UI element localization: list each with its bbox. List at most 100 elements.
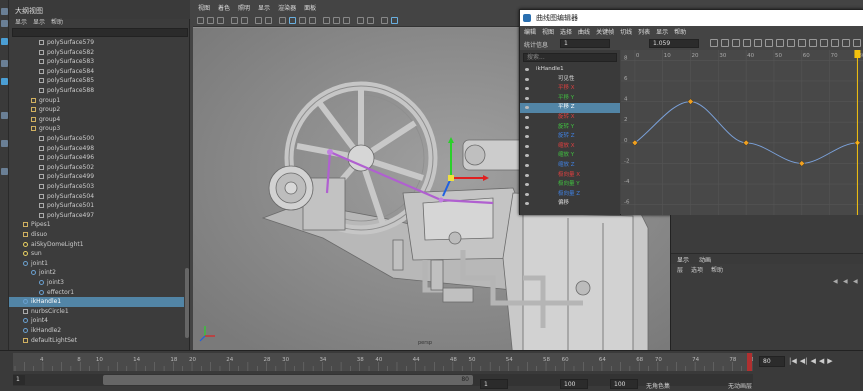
camera-lock-icon[interactable]: [207, 17, 214, 24]
layout-single-icon[interactable]: [1, 112, 8, 119]
layer-menu-layers[interactable]: 层: [677, 265, 683, 274]
outliner-item[interactable]: nurbsCircle1: [9, 307, 184, 317]
outliner-item[interactable]: polySurface502: [9, 163, 184, 173]
image-plane-icon[interactable]: [231, 17, 238, 24]
xray-icon[interactable]: [367, 17, 374, 24]
tangent-tool-icon[interactable]: [743, 39, 751, 47]
outliner-item[interactable]: polySurface588: [9, 86, 184, 96]
play-back-icon[interactable]: ◀: [819, 357, 824, 365]
rotate-tool-icon[interactable]: [1, 60, 8, 67]
outliner-item[interactable]: sun: [9, 249, 184, 259]
outliner-search-input[interactable]: [12, 28, 188, 37]
outliner-menu-display[interactable]: 显示: [15, 17, 27, 26]
outliner-item[interactable]: polySurface499: [9, 172, 184, 182]
viewport-menu-renderer[interactable]: 渲染器: [278, 3, 296, 12]
end-time-field[interactable]: 100: [560, 379, 588, 389]
lasso-tool-icon[interactable]: [1, 20, 8, 27]
tangent-tool-icon[interactable]: [809, 39, 817, 47]
viewport-menu-shading[interactable]: 着色: [218, 3, 230, 12]
visibility-icon[interactable]: [525, 202, 529, 206]
range-slider[interactable]: 1 80: [13, 374, 753, 386]
layout-four-icon[interactable]: [1, 140, 8, 147]
graph-editor-menu-item[interactable]: 关键帧: [596, 27, 614, 36]
outliner-item[interactable]: defaultLightSet: [9, 336, 184, 346]
visibility-icon[interactable]: [525, 77, 529, 81]
tab-display[interactable]: 显示: [677, 255, 689, 264]
tangent-tool-icon[interactable]: [710, 39, 718, 47]
smooth-shade-icon[interactable]: [289, 17, 296, 24]
bookmark-icon[interactable]: [217, 17, 224, 24]
step-back-key-icon[interactable]: ◀|: [800, 357, 808, 365]
viewport-menu-lighting[interactable]: 照明: [238, 3, 250, 12]
character-set-label[interactable]: 无角色集: [646, 381, 670, 390]
channel-item[interactable]: 旋转 X: [520, 113, 620, 123]
tangent-tool-icon[interactable]: [765, 39, 773, 47]
outliner-item[interactable]: polySurface503: [9, 182, 184, 192]
viewport-menu-view[interactable]: 视图: [198, 3, 210, 12]
outliner-item[interactable]: polySurface584: [9, 67, 184, 77]
play-forward-icon[interactable]: ▶: [827, 357, 832, 365]
xray-joints-icon[interactable]: [381, 17, 388, 24]
outliner-item[interactable]: polySurface583: [9, 57, 184, 67]
outliner-item[interactable]: joint4: [9, 316, 184, 326]
joint-marker-2[interactable]: [438, 197, 444, 203]
start-time-field[interactable]: 1: [480, 379, 508, 389]
joint-marker[interactable]: [327, 149, 333, 155]
graph-editor-menu-item[interactable]: 帮助: [674, 27, 686, 36]
tangent-tool-icon[interactable]: [776, 39, 784, 47]
outliner-item[interactable]: ikHandle1: [9, 297, 184, 307]
outliner-item[interactable]: polySurface500: [9, 134, 184, 144]
channel-item[interactable]: 缩放 X: [520, 142, 620, 152]
graph-editor-menu-item[interactable]: 显示: [656, 27, 668, 36]
visibility-icon[interactable]: [525, 173, 529, 177]
layer-menu-options[interactable]: 选项: [691, 265, 703, 274]
channel-item[interactable]: 旋转 Y: [520, 123, 620, 133]
tab-animation[interactable]: 动画: [699, 255, 711, 264]
tangent-tool-icon[interactable]: [732, 39, 740, 47]
graph-editor-titlebar[interactable]: 曲线图编辑器: [520, 10, 863, 26]
camera-select-icon[interactable]: [197, 17, 204, 24]
outliner-item[interactable]: group3: [9, 124, 184, 134]
outliner-item[interactable]: group4: [9, 115, 184, 125]
outliner-item[interactable]: disuo: [9, 230, 184, 240]
outliner-item[interactable]: polySurface498: [9, 144, 184, 154]
outliner-item[interactable]: polySurface497: [9, 211, 184, 221]
keyframe-marker[interactable]: [743, 139, 750, 146]
channel-item[interactable]: 平移 X: [520, 84, 620, 94]
tangent-tool-icon[interactable]: [820, 39, 828, 47]
tangent-tool-icon[interactable]: [842, 39, 850, 47]
layout-split-icon[interactable]: [1, 168, 8, 175]
keyframe-marker[interactable]: [687, 98, 694, 105]
lights-icon[interactable]: [309, 17, 316, 24]
wireframe-icon[interactable]: [279, 17, 286, 24]
current-frame-field[interactable]: 80: [759, 356, 785, 367]
viewport-menu-panels[interactable]: 面板: [304, 3, 316, 12]
outliner-item[interactable]: polySurface496: [9, 153, 184, 163]
tangent-tool-icon[interactable]: [721, 39, 729, 47]
graph-view[interactable]: 0102030405060708086420-2-4-6: [621, 50, 863, 215]
select-tool-icon[interactable]: [1, 8, 8, 15]
outliner-menu-help[interactable]: 帮助: [51, 17, 63, 26]
new-layer-icon[interactable]: ◀: [853, 278, 858, 285]
tangent-tool-icon[interactable]: [831, 39, 839, 47]
film-gate-icon[interactable]: [255, 17, 262, 24]
outliner-menu-show[interactable]: 显示: [33, 17, 45, 26]
channel-item[interactable]: 可见性: [520, 75, 620, 85]
visibility-icon[interactable]: [525, 68, 529, 71]
channel-item[interactable]: 极向量 Z: [520, 190, 620, 200]
graph-editor-window[interactable]: 曲线图编辑器 编辑 视图 选择 曲线 关键帧 切线 列表 显示 帮助 统计信息 1 1.059 …: [519, 9, 863, 215]
graph-editor-search-input[interactable]: 搜索...: [523, 53, 617, 62]
graph-editor-menu-item[interactable]: 曲线: [578, 27, 590, 36]
outliner-item[interactable]: group2: [9, 105, 184, 115]
outliner-item[interactable]: polySurface501: [9, 201, 184, 211]
outliner-item[interactable]: joint1: [9, 259, 184, 269]
visibility-icon[interactable]: [525, 87, 529, 91]
visibility-icon[interactable]: [525, 192, 529, 196]
outliner-item[interactable]: aiSkyDomeLight1: [9, 240, 184, 250]
channel-item[interactable]: 旋转 Z: [520, 132, 620, 142]
outliner-item[interactable]: polySurface582: [9, 48, 184, 58]
textured-icon[interactable]: [299, 17, 306, 24]
move-up-icon[interactable]: ◀: [833, 278, 838, 285]
channel-item[interactable]: 缩放 Z: [520, 161, 620, 171]
visibility-icon[interactable]: [525, 125, 529, 129]
